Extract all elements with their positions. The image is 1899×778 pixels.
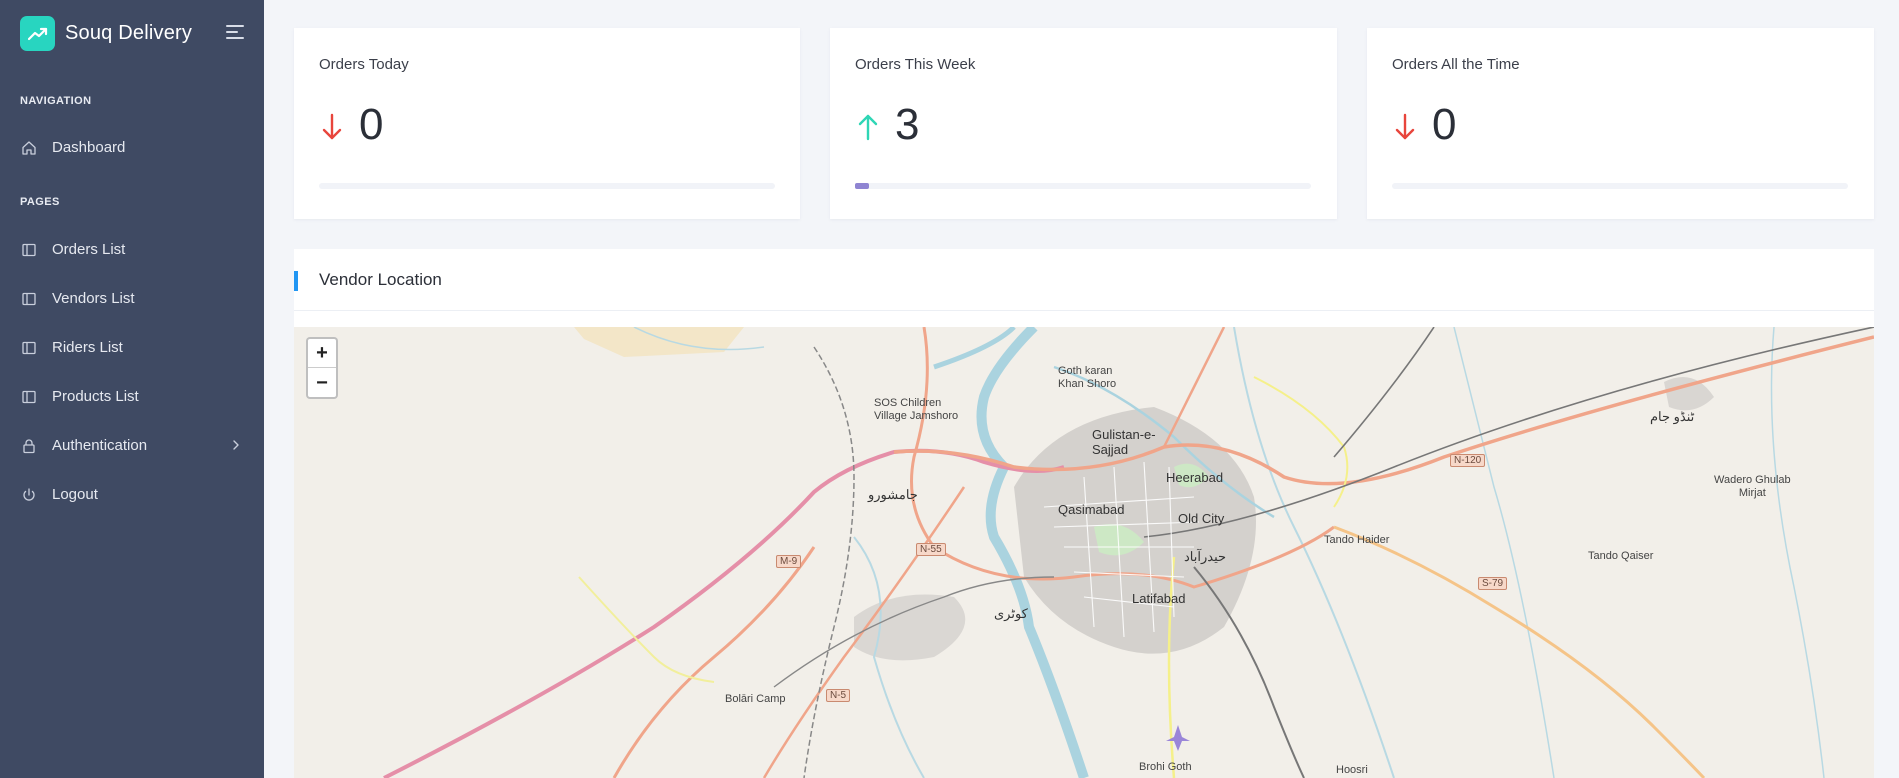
road-shield: S-79 xyxy=(1478,577,1508,590)
map-label: Brohi Goth xyxy=(1139,761,1192,773)
brand-name: Souq Delivery xyxy=(65,22,193,44)
sidebar-item-label: Dashboard xyxy=(52,139,126,156)
sidebar-panel-icon xyxy=(22,243,36,257)
sidebar-item-products-list[interactable]: Products List xyxy=(0,378,264,414)
trending-up-icon xyxy=(20,16,55,51)
sidebar-item-label: Vendors List xyxy=(52,290,135,307)
brand[interactable]: Souq Delivery xyxy=(20,16,250,52)
road-shield: N-120 xyxy=(1450,454,1486,467)
home-icon xyxy=(22,141,36,155)
vendor-map[interactable]: + − Goth karan Khan Shoro SOS Children V… xyxy=(294,327,1874,778)
map-label: Hoosri xyxy=(1336,764,1368,776)
sidebar: Souq Delivery NAVIGATION Dashboard PAGES… xyxy=(0,0,264,778)
panel-accent-bar xyxy=(294,271,298,291)
sidebar-panel-icon xyxy=(22,341,36,355)
map-label: Old City xyxy=(1178,511,1225,526)
sidebar-item-label: Logout xyxy=(52,486,98,503)
map-label: Goth karan Khan Shoro xyxy=(1058,365,1117,390)
map-label: SOS Children Village Jamshoro xyxy=(874,397,959,422)
progress-bar xyxy=(855,183,1311,189)
arrow-up-icon xyxy=(858,114,878,141)
road-shield: M-9 xyxy=(776,555,802,568)
zoom-out-button[interactable]: − xyxy=(308,369,336,398)
map-label: Latifabad xyxy=(1132,591,1186,606)
stat-card-orders-this-week: Orders This Week 3 xyxy=(830,28,1337,219)
sidebar-item-authentication[interactable]: Authentication xyxy=(0,427,264,463)
sidebar-item-vendors-list[interactable]: Vendors List xyxy=(0,280,264,316)
stat-card-title: Orders This Week xyxy=(855,56,976,73)
stat-card-value: 0 xyxy=(1432,100,1457,149)
map-label: Heerabad xyxy=(1166,470,1224,485)
map-label: Bolāri Camp xyxy=(725,693,786,705)
map-label: Tando Qaiser xyxy=(1588,550,1654,562)
zoom-control: + − xyxy=(306,337,338,399)
vendor-location-panel: Vendor Location + − Goth karan Khan Shor… xyxy=(294,249,1874,778)
sidebar-item-logout[interactable]: Logout xyxy=(0,476,264,512)
stat-card-title: Orders Today xyxy=(319,56,409,73)
sidebar-item-riders-list[interactable]: Riders List xyxy=(0,329,264,365)
zoom-in-button[interactable]: + xyxy=(308,339,336,368)
map-label: ٹنڈو جام xyxy=(1650,409,1695,424)
sidebar-item-label: Orders List xyxy=(52,241,126,258)
map-label: حیدرآباد xyxy=(1184,549,1227,564)
chevron-right-icon xyxy=(233,440,239,450)
map-label: Wadero Ghulab Mirjat xyxy=(1714,474,1791,499)
progress-bar xyxy=(319,183,775,189)
panel-divider xyxy=(294,310,1874,311)
map-label: کوٹری xyxy=(994,606,1028,621)
stat-card-value: 3 xyxy=(895,100,920,149)
sidebar-item-dashboard[interactable]: Dashboard xyxy=(0,129,264,165)
menu-toggle-icon[interactable] xyxy=(226,25,244,41)
map-label: جامشورو xyxy=(868,487,918,502)
stat-card-orders-today: Orders Today 0 xyxy=(294,28,800,219)
lock-icon xyxy=(23,439,35,454)
section-label-navigation: NAVIGATION xyxy=(20,95,92,107)
panel-title: Vendor Location xyxy=(319,270,442,289)
stat-card-orders-all-time: Orders All the Time 0 xyxy=(1367,28,1874,219)
arrow-down-icon xyxy=(1395,113,1415,140)
sidebar-item-label: Riders List xyxy=(52,339,123,356)
progress-bar xyxy=(1392,183,1848,189)
map-label: Gulistan-e- Sajjad xyxy=(1092,427,1156,457)
stat-card-value: 0 xyxy=(359,100,384,149)
sidebar-item-label: Products List xyxy=(52,388,139,405)
road-shield: N-5 xyxy=(826,689,851,702)
sidebar-panel-icon xyxy=(22,292,36,306)
sidebar-item-label: Authentication xyxy=(52,437,148,454)
arrow-down-icon xyxy=(322,113,342,140)
stat-card-title: Orders All the Time xyxy=(1392,56,1520,73)
map-label: Tando Haider xyxy=(1324,534,1390,546)
road-shield: N-55 xyxy=(916,543,946,556)
section-label-pages: PAGES xyxy=(20,196,60,208)
sidebar-panel-icon xyxy=(22,390,36,404)
sidebar-item-orders-list[interactable]: Orders List xyxy=(0,231,264,267)
power-icon xyxy=(23,488,35,501)
map-label: Qasimabad xyxy=(1058,502,1125,517)
progress-fill xyxy=(855,183,869,189)
